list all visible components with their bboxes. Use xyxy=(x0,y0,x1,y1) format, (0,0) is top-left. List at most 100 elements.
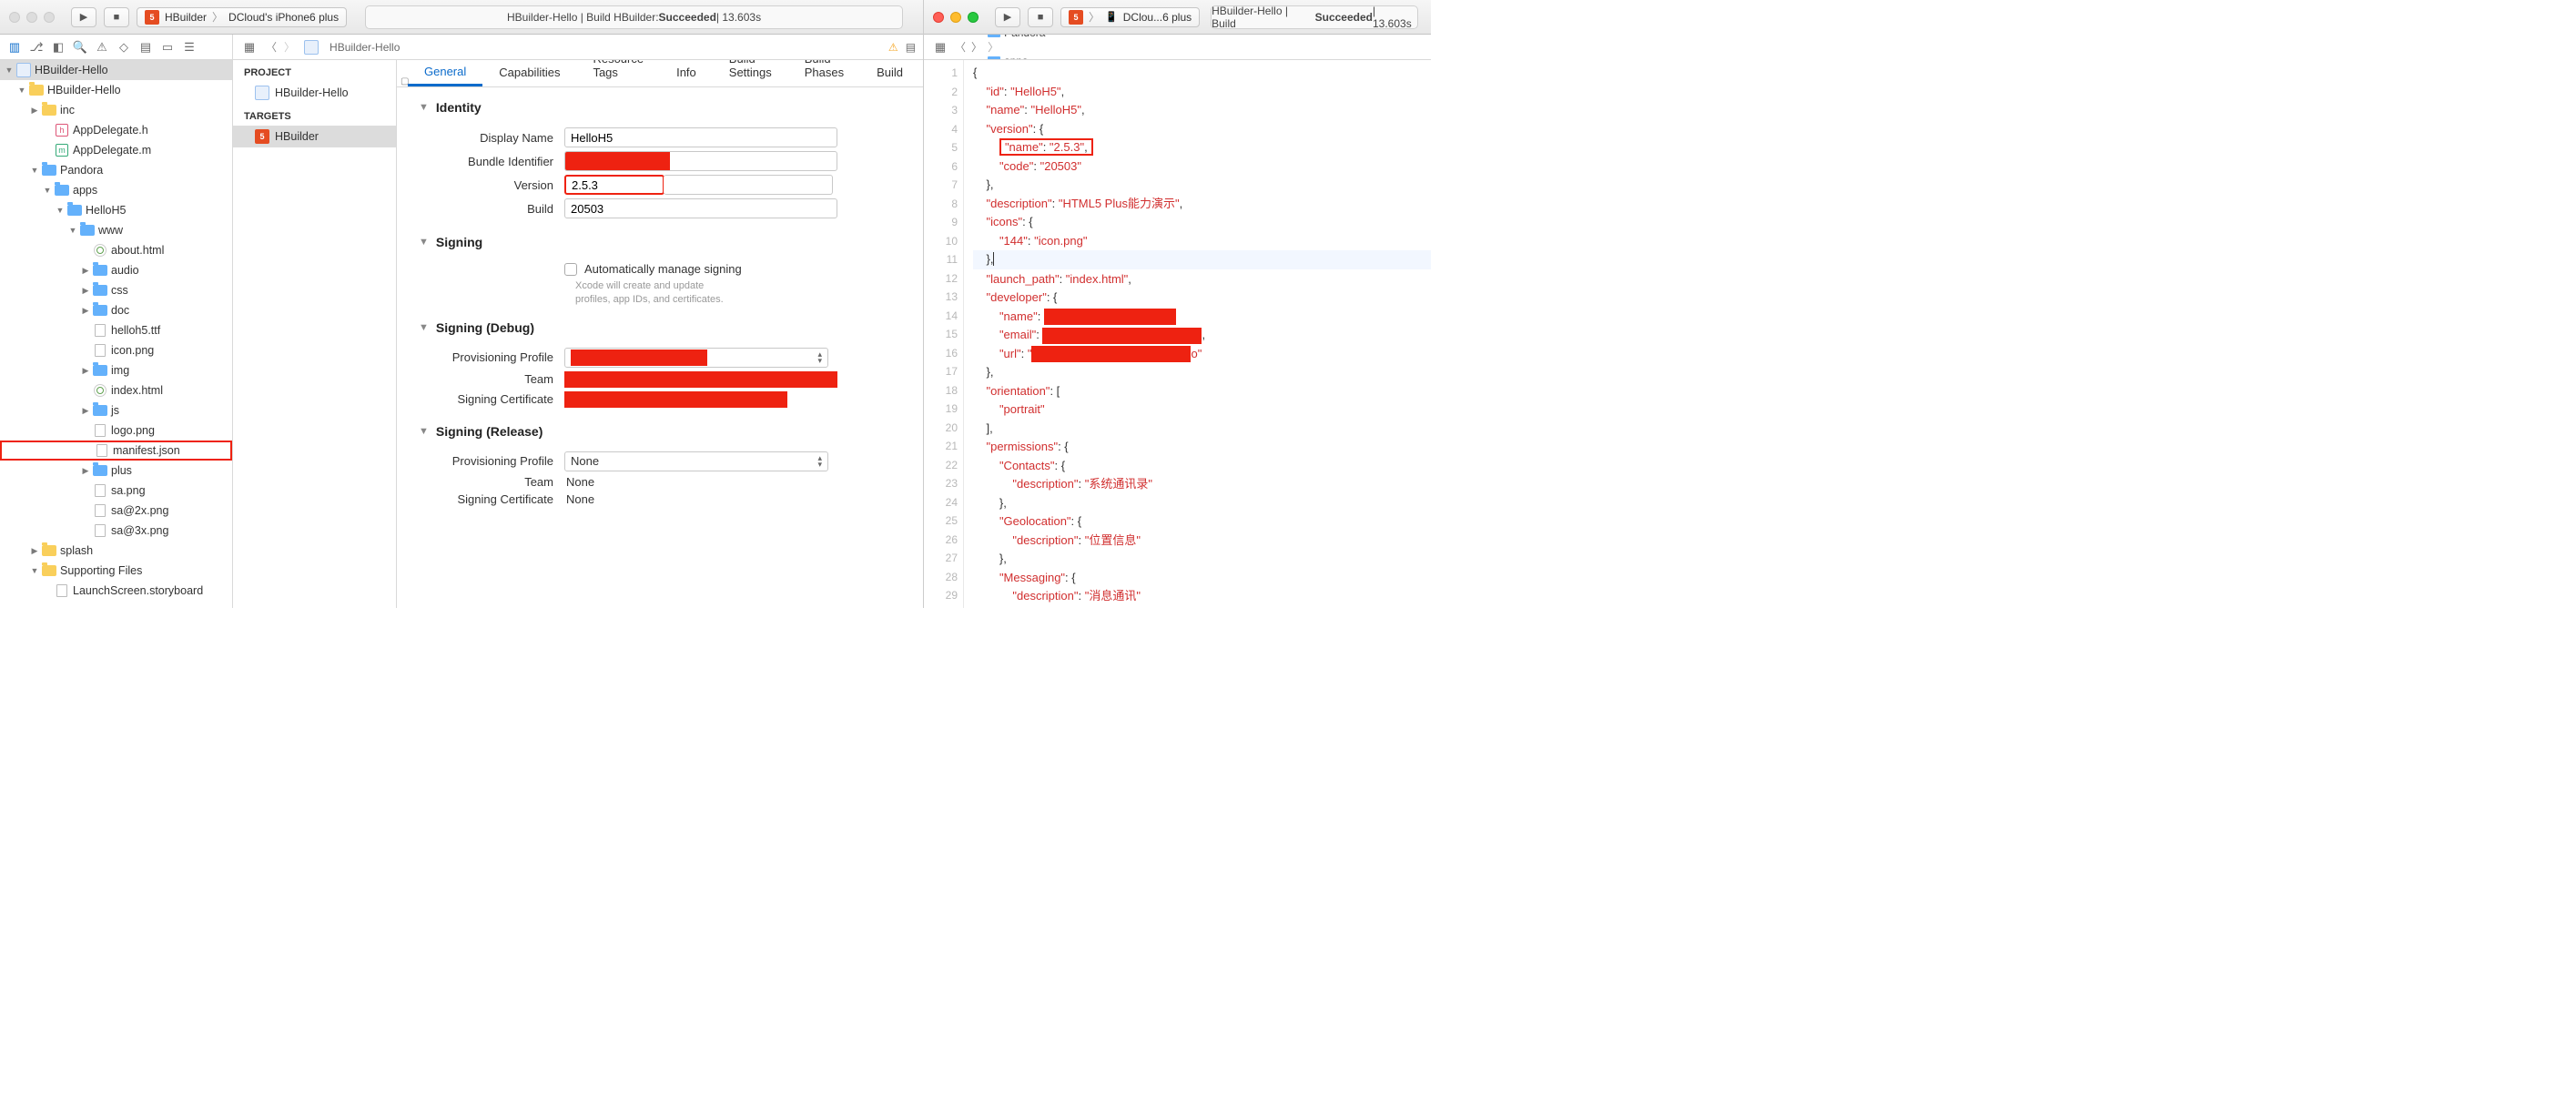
run-button[interactable]: ▶ xyxy=(71,7,96,27)
nav-launchscreen[interactable]: LaunchScreen.storyboard xyxy=(0,581,232,601)
signing-debug-section[interactable]: ▼Signing (Debug) xyxy=(419,308,901,344)
nav-audio[interactable]: ▶audio xyxy=(0,260,232,280)
nav-js[interactable]: ▶js xyxy=(0,400,232,420)
stop-button[interactable]: ■ xyxy=(1028,7,1053,27)
forward-icon[interactable]: 〉 xyxy=(971,39,982,55)
breakpoint-nav-icon[interactable]: ▭ xyxy=(158,38,177,56)
close-dot[interactable] xyxy=(9,12,20,23)
tab-build-settings[interactable]: Build Settings xyxy=(713,60,788,86)
prov-profile-label: Provisioning Profile xyxy=(419,350,564,364)
version-input[interactable] xyxy=(564,175,664,195)
display-name-input[interactable] xyxy=(564,127,837,147)
jump-bar[interactable]: ▦ 〈 〉 HBuilder-Hello ⚠ ▤ xyxy=(233,35,923,60)
traffic-lights xyxy=(9,12,55,23)
jump-bar-right[interactable]: ▦ 〈 〉 HBuilder-Hello 〉 HBuilder-Hello 〉 … xyxy=(924,35,1431,60)
signing-release-section[interactable]: ▼Signing (Release) xyxy=(419,411,901,448)
status-result: Succeeded xyxy=(1315,11,1373,24)
project-row[interactable]: HBuilder-Hello xyxy=(233,82,396,104)
code-content[interactable]: { "id": "HelloH5", "name": "HelloH5", "v… xyxy=(964,60,1431,608)
symbol-nav-icon[interactable]: ◧ xyxy=(49,38,67,56)
nav-group[interactable]: ▼HBuilder-Hello xyxy=(0,80,232,100)
cert-redacted xyxy=(564,391,787,408)
debug-nav-icon[interactable]: ▤ xyxy=(137,38,155,56)
zoom-dot[interactable] xyxy=(44,12,55,23)
scheme-device: DCloud's iPhone6 plus xyxy=(228,11,339,24)
settings-tabs: ▢ General Capabilities Resource Tags Inf… xyxy=(397,60,923,87)
tab-info[interactable]: Info xyxy=(660,60,713,86)
xcode-window-left: ▶ ■ 5 HBuilder 〉 DCloud's iPhone6 plus H… xyxy=(0,0,924,608)
nav-helloh5[interactable]: ▼HelloH5 xyxy=(0,200,232,220)
line-gutter: 1234567891011121314151617181920212223242… xyxy=(924,60,964,608)
folder-nav-icon[interactable]: ▥ xyxy=(5,38,24,56)
close-dot[interactable] xyxy=(933,12,944,23)
nav-supporting[interactable]: ▼Supporting Files xyxy=(0,561,232,581)
find-nav-icon[interactable]: 🔍 xyxy=(71,38,89,56)
build-label: Build xyxy=(419,202,564,216)
target-row[interactable]: 5HBuilder xyxy=(233,126,396,147)
bundle-id-label: Bundle Identifier xyxy=(419,155,564,168)
scheme-selector-right[interactable]: 5 〉 📱 DClou...6 plus xyxy=(1060,7,1200,27)
related-items-icon[interactable]: ▦ xyxy=(240,38,259,56)
bundle-id-input[interactable] xyxy=(564,151,837,171)
nav-index[interactable]: index.html xyxy=(0,380,232,400)
source-control-icon[interactable]: ⎇ xyxy=(27,38,46,56)
prov-profile-select[interactable]: ▴▾ xyxy=(564,348,828,368)
nav-apps[interactable]: ▼apps xyxy=(0,180,232,200)
nav-pandora[interactable]: ▼Pandora xyxy=(0,160,232,180)
targets-header: TARGETS xyxy=(233,104,396,126)
run-button[interactable]: ▶ xyxy=(995,7,1020,27)
zoom-dot[interactable] xyxy=(968,12,979,23)
nav-ttf[interactable]: helloh5.ttf xyxy=(0,320,232,340)
nav-root[interactable]: ▼HBuilder-Hello xyxy=(0,60,232,80)
back-icon[interactable]: 〈 xyxy=(955,39,966,55)
project-navigator[interactable]: ▥ ⎇ ◧ 🔍 ⚠ ◇ ▤ ▭ ☰ ▼HBuilder-Hello ▼HBuil… xyxy=(0,35,233,608)
status-result: Succeeded xyxy=(659,11,716,24)
nav-appdelegate-m[interactable]: mAppDelegate.m xyxy=(0,140,232,160)
build-input[interactable] xyxy=(564,198,837,218)
nav-manifest[interactable]: manifest.json xyxy=(0,441,232,461)
nav-inc[interactable]: ▶inc xyxy=(0,100,232,120)
crumb-file[interactable]: HBuilder-Hello xyxy=(330,41,400,54)
scheme-selector[interactable]: 5 HBuilder 〉 DCloud's iPhone6 plus xyxy=(137,7,347,27)
version-input-extra[interactable] xyxy=(664,175,833,195)
test-nav-icon[interactable]: ◇ xyxy=(115,38,133,56)
back-icon[interactable]: 〈 xyxy=(266,39,277,55)
nav-sa3x[interactable]: sa@3x.png xyxy=(0,521,232,541)
team-label-rel: Team xyxy=(419,475,564,489)
minimize-dot[interactable] xyxy=(26,12,37,23)
nav-appdelegate-h[interactable]: hAppDelegate.h xyxy=(0,120,232,140)
tab-resource-tags[interactable]: Resource Tags xyxy=(576,60,660,86)
auto-signing-checkbox[interactable] xyxy=(564,263,577,276)
outline-icon[interactable]: ▤ xyxy=(906,41,916,54)
report-nav-icon[interactable]: ☰ xyxy=(180,38,198,56)
forward-icon[interactable]: 〉 xyxy=(284,39,295,55)
issue-nav-icon[interactable]: ⚠ xyxy=(93,38,111,56)
nav-sa[interactable]: sa.png xyxy=(0,481,232,501)
breadcrumb-seg[interactable]: Pandora xyxy=(988,35,1074,39)
prov-profile-select-rel[interactable]: None▴▾ xyxy=(564,451,828,471)
nav-plus[interactable]: ▶plus xyxy=(0,461,232,481)
related-items-icon[interactable]: ▦ xyxy=(931,38,949,56)
nav-splash[interactable]: ▶splash xyxy=(0,541,232,561)
code-editor[interactable]: 1234567891011121314151617181920212223242… xyxy=(924,60,1431,608)
display-name-label: Display Name xyxy=(419,131,564,145)
tab-capabilities[interactable]: Capabilities xyxy=(482,60,576,86)
warning-icon[interactable]: ⚠ xyxy=(888,41,898,54)
nav-img[interactable]: ▶img xyxy=(0,360,232,380)
nav-logo[interactable]: logo.png xyxy=(0,420,232,441)
identity-section[interactable]: ▼Identity xyxy=(419,87,901,124)
version-label: Version xyxy=(419,178,564,192)
stop-button[interactable]: ■ xyxy=(104,7,129,27)
nav-about[interactable]: about.html xyxy=(0,240,232,260)
tab-general[interactable]: General xyxy=(408,60,482,86)
nav-css[interactable]: ▶css xyxy=(0,280,232,300)
signing-section[interactable]: ▼Signing xyxy=(419,222,901,258)
minimize-dot[interactable] xyxy=(950,12,961,23)
tab-build-phases[interactable]: Build Phases xyxy=(788,60,860,86)
nav-www[interactable]: ▼www xyxy=(0,220,232,240)
nav-iconpng[interactable]: icon.png xyxy=(0,340,232,360)
nav-doc[interactable]: ▶doc xyxy=(0,300,232,320)
nav-sa2x[interactable]: sa@2x.png xyxy=(0,501,232,521)
status-time: | 13.603s xyxy=(716,11,761,24)
tab-build-rules[interactable]: Build xyxy=(860,60,919,86)
